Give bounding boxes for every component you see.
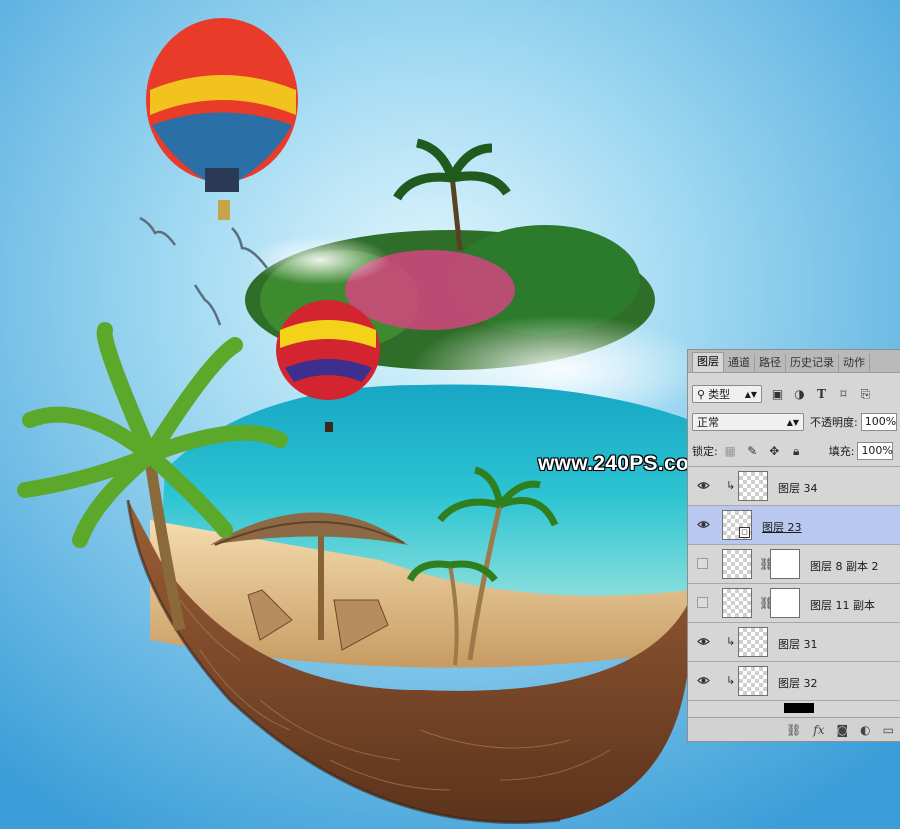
type-filter-icon[interactable]: T — [815, 387, 828, 401]
panel-footer: ⛓ fx ◙ ◐ ▭ — [688, 717, 900, 741]
layer-row[interactable]: ⛓ 图层 8 副本 2 — [688, 545, 900, 584]
tab-channels[interactable]: 通道 — [724, 354, 755, 372]
fill-label: 填充: — [828, 445, 855, 458]
chevron-down-icon: ▲▼ — [744, 389, 757, 399]
clip-arrow-icon: ↳ — [726, 674, 736, 687]
layer-row[interactable]: ↳ 图层 34 — [688, 467, 900, 506]
smart-object-icon: ▢ — [739, 527, 750, 538]
layer-row-partial[interactable] — [688, 701, 900, 713]
panel-tabs: 图层 通道 路径 历史记录 动作 — [688, 350, 900, 373]
opacity-input[interactable]: 100% — [860, 413, 897, 431]
layer-mask-thumbnail — [770, 549, 800, 579]
layer-name: 图层 31 — [778, 638, 818, 651]
smart-object-thumbnail: ▢ — [722, 510, 752, 540]
layer-row[interactable]: ⛓ 图层 11 副本 — [688, 584, 900, 623]
brush-icon[interactable]: ✎ — [746, 444, 759, 458]
layer-name: 图层 8 副本 2 — [810, 560, 879, 573]
layer-name: 图层 11 副本 — [810, 599, 875, 612]
layer-name[interactable]: 图层 23 — [762, 519, 802, 535]
layer-thumbnail — [722, 588, 752, 618]
layers-panel: 图层 通道 路径 历史记录 动作 ⚲ 类型 ▲▼ ▣ ◑ T ⌑ ⎘ 正常 ▲▼… — [687, 349, 900, 742]
layer-thumbnail — [738, 627, 768, 657]
lock-label: 锁定: — [692, 445, 718, 458]
layer-thumbnail — [738, 666, 768, 696]
fx-icon[interactable]: fx — [813, 723, 824, 737]
layer-thumbnail — [738, 471, 768, 501]
opacity-label: 不透明度: — [810, 416, 858, 429]
eye-icon[interactable] — [697, 480, 710, 491]
blend-mode-value: 正常 — [697, 416, 719, 429]
clip-arrow-icon: ↳ — [726, 479, 736, 492]
eye-icon[interactable] — [697, 636, 710, 647]
layer-thumbnail — [784, 703, 814, 713]
lock-transparent-icon[interactable]: ▦ — [724, 444, 737, 458]
layer-row[interactable]: ↳ 图层 31 — [688, 623, 900, 662]
layer-row[interactable]: ↳ 图层 32 — [688, 662, 900, 701]
mask-icon[interactable]: ◙ — [837, 723, 849, 737]
adjustment-icon[interactable]: ◐ — [860, 723, 870, 737]
shape-filter-icon[interactable]: ⌑ — [837, 387, 850, 401]
filter-kind-value: 类型 — [708, 388, 731, 401]
search-icon: ⚲ — [697, 387, 706, 401]
visibility-toggle-off[interactable] — [697, 597, 708, 608]
filter-kind-select[interactable]: ⚲ 类型 ▲▼ — [692, 385, 762, 403]
tab-paths[interactable]: 路径 — [755, 354, 786, 372]
chevron-down-icon: ▲▼ — [786, 417, 799, 427]
link-icon[interactable]: ⛓ — [786, 723, 801, 737]
eye-icon[interactable] — [697, 519, 710, 530]
eye-icon[interactable] — [697, 675, 710, 686]
watermark-text: www.240PS.com — [538, 452, 709, 475]
folder-icon[interactable]: ▭ — [883, 723, 894, 737]
visibility-toggle-off[interactable] — [697, 558, 708, 569]
image-filter-icon[interactable]: ▣ — [771, 387, 784, 401]
tab-history[interactable]: 历史记录 — [786, 354, 839, 372]
fill-input[interactable]: 100% — [857, 442, 894, 460]
tab-actions[interactable]: 动作 — [839, 354, 870, 372]
tab-layers[interactable]: 图层 — [692, 352, 724, 372]
layer-thumbnail — [722, 549, 752, 579]
blend-mode-select[interactable]: 正常 ▲▼ — [692, 413, 804, 431]
smart-filter-icon[interactable]: ⎘ — [859, 387, 872, 401]
layer-list: ↳ 图层 34 ▢ 图层 23 ⛓ 图层 8 副本 2 ⛓ 图层 11 副本 ↳… — [688, 467, 900, 713]
layer-name: 图层 32 — [778, 677, 818, 690]
layer-row-selected[interactable]: ▢ 图层 23 — [688, 506, 900, 545]
move-icon[interactable]: ✥ — [768, 444, 781, 458]
adjust-filter-icon[interactable]: ◑ — [793, 387, 806, 401]
layer-name: 图层 34 — [778, 482, 818, 495]
lock-icon[interactable]: 🔒︎ — [790, 444, 803, 458]
clip-arrow-icon: ↳ — [726, 635, 736, 648]
layer-mask-thumbnail — [770, 588, 800, 618]
